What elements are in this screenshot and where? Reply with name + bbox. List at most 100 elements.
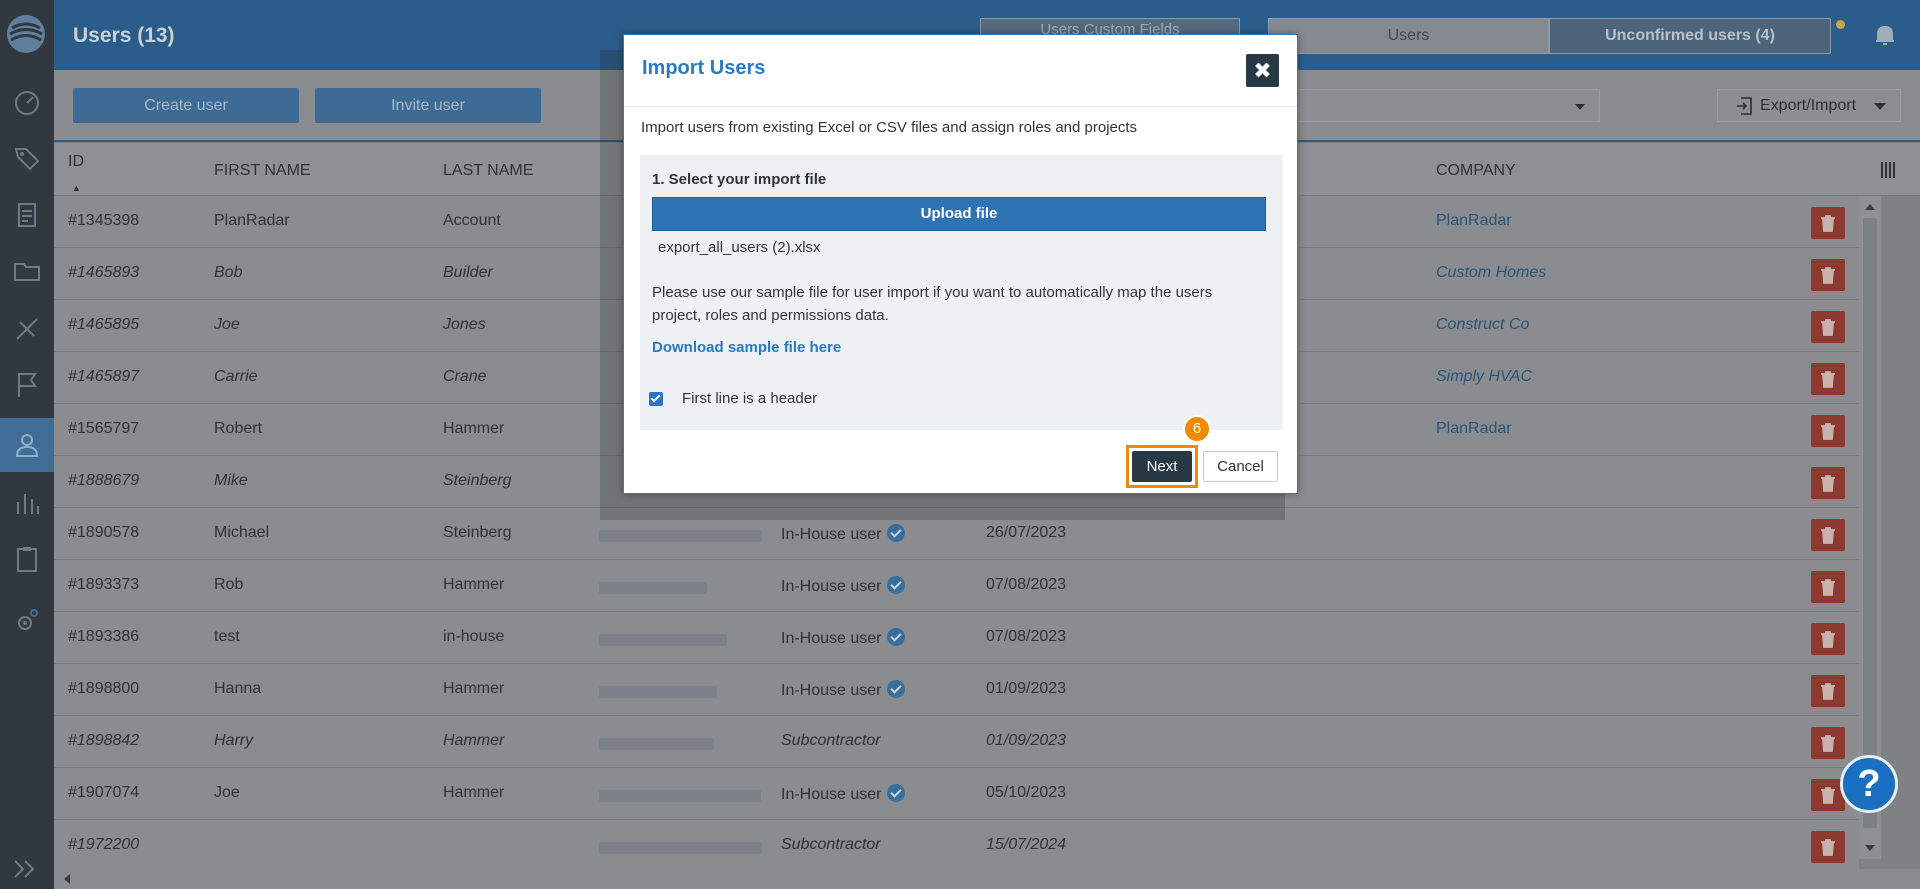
tag-icon[interactable] — [0, 131, 54, 185]
table-row[interactable]: #1898800 Hanna Hammer In-House user 01/09/20… — [54, 664, 1859, 716]
user-icon[interactable] — [0, 418, 54, 472]
delete-user-button[interactable] — [1811, 415, 1845, 447]
trash-icon — [1821, 787, 1835, 804]
import-file-panel: 1. Select your import file Upload file e… — [640, 155, 1283, 430]
settings-icon[interactable] — [0, 594, 54, 648]
cancel-button[interactable]: Cancel — [1203, 451, 1278, 482]
table-row[interactable]: #1893386 test in-house In-House user 07/08/2… — [54, 612, 1859, 664]
folder-icon[interactable] — [0, 244, 54, 298]
cell-first-name: Joe — [214, 784, 240, 801]
cell-id: #1898800 — [68, 680, 140, 697]
cell-company-link[interactable]: PlanRadar — [1436, 212, 1512, 230]
clipboard-icon[interactable] — [0, 532, 54, 586]
tools-icon[interactable] — [0, 302, 54, 356]
cell-date: 15/07/2024 — [986, 836, 1067, 853]
scroll-up-icon[interactable] — [1865, 204, 1875, 210]
delete-user-button[interactable] — [1811, 259, 1845, 291]
cell-first-name: Rob — [214, 576, 244, 593]
delete-user-button[interactable] — [1811, 363, 1845, 395]
table-row[interactable]: #1907074 Joe Hammer In-House user 05/10/2023 — [54, 768, 1859, 820]
cell-first-name: Michael — [214, 524, 270, 541]
report-icon[interactable] — [0, 188, 54, 242]
cell-id: #1565797 — [68, 420, 140, 437]
cell-company-link[interactable]: Custom Homes — [1436, 264, 1546, 282]
notification-dot — [1836, 20, 1845, 29]
email-redacted — [599, 686, 717, 698]
export-import-label: Export/Import — [1760, 97, 1857, 114]
delete-user-button[interactable] — [1811, 571, 1845, 603]
upload-file-button[interactable]: Upload file — [652, 197, 1266, 231]
column-header-last-name[interactable]: LAST NAME — [443, 162, 533, 180]
cell-last-name: Hammer — [443, 680, 505, 697]
delete-user-button[interactable] — [1811, 207, 1845, 239]
delete-user-button[interactable] — [1811, 519, 1845, 551]
download-sample-link[interactable]: Download sample file here — [652, 339, 841, 356]
delete-user-button[interactable] — [1811, 623, 1845, 655]
trash-icon — [1821, 319, 1835, 336]
flag-icon[interactable] — [0, 358, 54, 412]
help-button[interactable]: ? — [1840, 755, 1898, 813]
bell-icon[interactable] — [1872, 22, 1898, 48]
cell-last-name: Account — [443, 212, 501, 229]
table-row[interactable]: #1898842 Harry Hammer Subcontractor 01/09/20… — [54, 716, 1859, 768]
column-header-first-name[interactable]: FIRST NAME — [214, 162, 311, 180]
table-row[interactable]: #1972200 Subcontractor 15/07/2024 — [54, 820, 1859, 872]
header-checkbox[interactable] — [649, 392, 663, 406]
email-redacted — [599, 530, 762, 542]
check-icon — [886, 576, 905, 594]
delete-user-button[interactable] — [1811, 831, 1845, 863]
cell-company-link[interactable]: Construct Co — [1436, 316, 1529, 334]
trash-icon — [1821, 683, 1835, 700]
scroll-left-icon[interactable] — [64, 874, 70, 884]
next-button[interactable]: Next — [1132, 451, 1192, 482]
role-label: In-House user — [781, 526, 882, 543]
scroll-down-icon[interactable] — [1865, 845, 1875, 851]
filter-select[interactable] — [1294, 89, 1600, 122]
cell-company-link[interactable]: PlanRadar — [1436, 420, 1512, 438]
cell-id: #1893386 — [68, 628, 140, 645]
column-header-company[interactable]: COMPANY — [1436, 162, 1516, 180]
cell-id: #1907074 — [68, 784, 140, 801]
delete-user-button[interactable] — [1811, 727, 1845, 759]
logo-icon[interactable] — [6, 14, 46, 54]
column-header-id[interactable]: ID — [68, 153, 84, 171]
email-redacted — [599, 790, 761, 802]
trash-icon — [1821, 371, 1835, 388]
table-row[interactable]: #1893373 Rob Hammer In-House user 07/08/2023 — [54, 560, 1859, 612]
role-label: In-House user — [781, 786, 882, 803]
cell-id: #1465897 — [68, 368, 140, 385]
tab-users[interactable]: Users — [1268, 18, 1549, 54]
email-redacted — [599, 738, 714, 750]
trash-icon — [1821, 267, 1835, 284]
cell-last-name: in-house — [443, 628, 505, 645]
email-redacted — [599, 842, 762, 854]
user-tabs: Users Unconfirmed users (4) — [1268, 18, 1831, 54]
cell-id: #1893373 — [68, 576, 140, 593]
tab-unconfirmed-users[interactable]: Unconfirmed users (4) — [1549, 18, 1831, 54]
check-icon — [886, 680, 905, 698]
cell-first-name: Robert — [214, 420, 263, 437]
stats-icon[interactable] — [0, 476, 54, 530]
delete-user-button[interactable] — [1811, 675, 1845, 707]
close-icon[interactable]: ✖ — [1246, 54, 1279, 87]
dashboard-icon[interactable] — [0, 76, 54, 130]
cell-first-name: Harry — [214, 732, 254, 749]
cell-last-name: Hammer — [443, 784, 505, 801]
dialog-divider — [624, 106, 1297, 107]
columns-icon[interactable] — [1881, 162, 1901, 178]
create-user-button[interactable]: Create user — [73, 88, 299, 123]
cell-id: #1465895 — [68, 316, 140, 333]
delete-user-button[interactable] — [1811, 311, 1845, 343]
cell-last-name: Builder — [443, 264, 493, 281]
delete-user-button[interactable] — [1811, 467, 1845, 499]
check-icon — [886, 524, 905, 542]
cell-id: #1888679 — [68, 472, 140, 489]
cell-last-name: Crane — [443, 368, 487, 385]
export-import-button[interactable]: Export/Import — [1717, 89, 1901, 122]
invite-user-button[interactable]: Invite user — [315, 88, 541, 123]
scrollbar-thumb[interactable] — [1863, 218, 1877, 828]
expand-icon[interactable] — [8, 855, 44, 883]
horizontal-scrollbar[interactable] — [54, 869, 1920, 889]
cell-company-link[interactable]: Simply HVAC — [1436, 368, 1532, 386]
cell-role: In-House user — [781, 524, 905, 544]
